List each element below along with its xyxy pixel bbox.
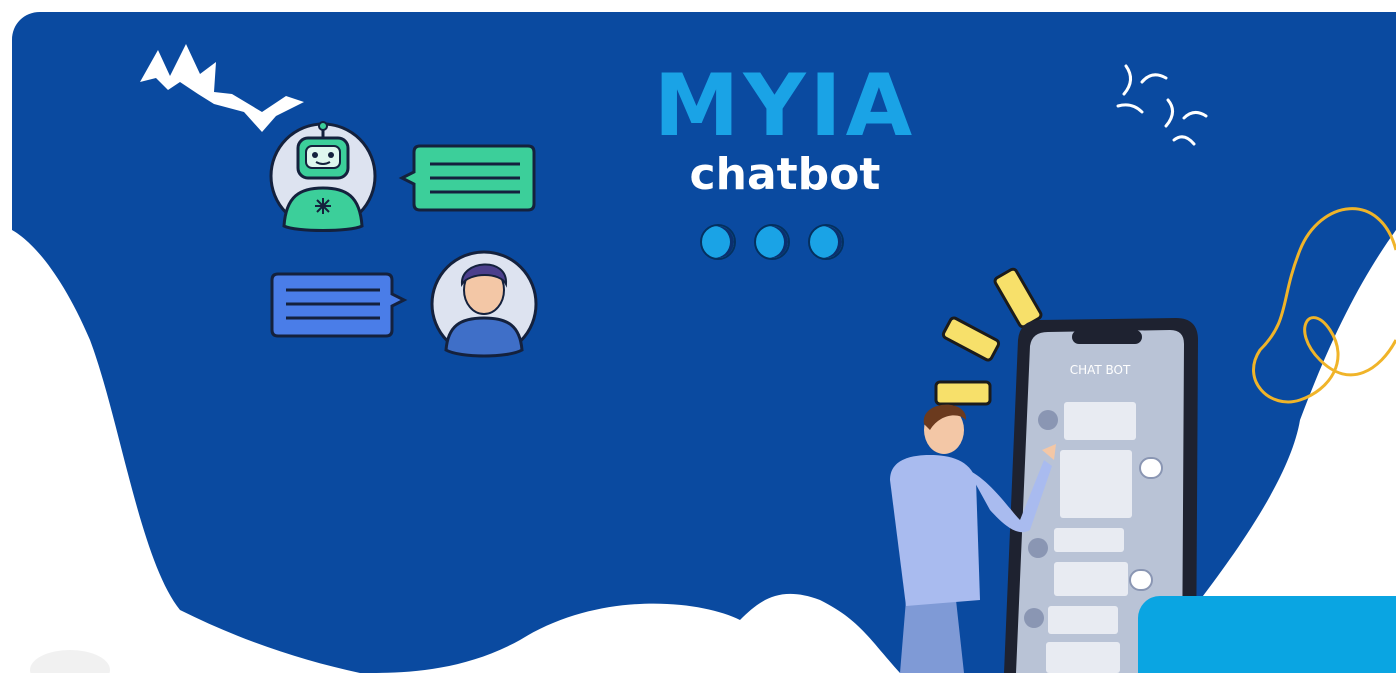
typing-dot bbox=[700, 224, 736, 260]
brand-subtitle: chatbot bbox=[689, 149, 881, 200]
chat-bubble-icon bbox=[270, 272, 408, 338]
user-avatar-icon bbox=[430, 250, 538, 358]
typing-dot bbox=[808, 224, 844, 260]
robot-avatar-icon bbox=[269, 121, 377, 232]
typing-indicator bbox=[700, 224, 844, 260]
brand-title-block: MYIA chatbot bbox=[600, 62, 970, 198]
phone-screen-label: CHAT BOT bbox=[1070, 363, 1131, 377]
chat-bubble-icon bbox=[398, 144, 536, 212]
cta-panel[interactable] bbox=[1138, 596, 1396, 673]
brand-name: MYIA bbox=[653, 56, 917, 156]
typing-dot bbox=[754, 224, 790, 260]
